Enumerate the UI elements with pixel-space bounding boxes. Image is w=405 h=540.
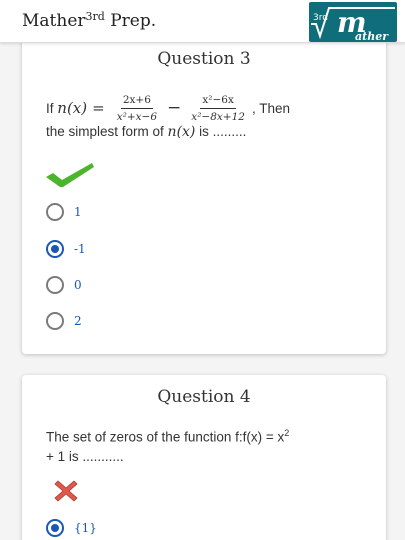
option-0[interactable]: 0 [46,275,82,295]
option-label: 0 [74,278,82,292]
fraction-2: x²−6x x²−8x+12 [191,93,245,123]
question-formula: If n(x) = 2x+6 x²+x−6 − x²−6x x²−8x+12 ,… [46,93,291,123]
cross-icon [54,480,78,502]
radio-button-selected[interactable] [46,240,64,258]
option-label: 2 [74,314,82,328]
fraction-1: 2x+6 x²+x−6 [116,93,158,123]
mather-logo-icon: 3rd m ather [309,2,397,42]
svg-text:ather: ather [355,30,389,42]
radio-button[interactable] [46,312,64,330]
option-2[interactable]: 2 [46,311,82,331]
question-title: Question 4 [157,387,251,407]
question-text: The set of zeros of the function f:f(x) … [46,428,290,464]
option-label: -1 [74,242,86,256]
option-minus-1[interactable]: -1 [46,239,86,259]
radio-button[interactable] [46,276,64,294]
svg-text:3rd: 3rd [313,13,328,23]
app-title: Mather3rd Prep. [22,10,157,31]
radio-button[interactable] [46,203,64,221]
radio-button-selected[interactable] [46,519,64,537]
option-1[interactable]: 1 [46,202,82,222]
option-label: {1} [74,521,97,535]
question-card-4: Question 4 The set of zeros of the funct… [22,375,386,540]
question-card-3: Question 3 If n(x) = 2x+6 x²+x−6 − x²−6x… [22,36,386,354]
app-header: Mather3rd Prep. 3rd m ather [0,0,405,43]
option-set-1[interactable]: {1} [46,518,97,538]
question-title: Question 3 [157,49,251,69]
option-label: 1 [74,205,82,219]
question-text: the simplest form of n(x) is ......... [46,124,247,140]
checkmark-icon [46,163,94,187]
